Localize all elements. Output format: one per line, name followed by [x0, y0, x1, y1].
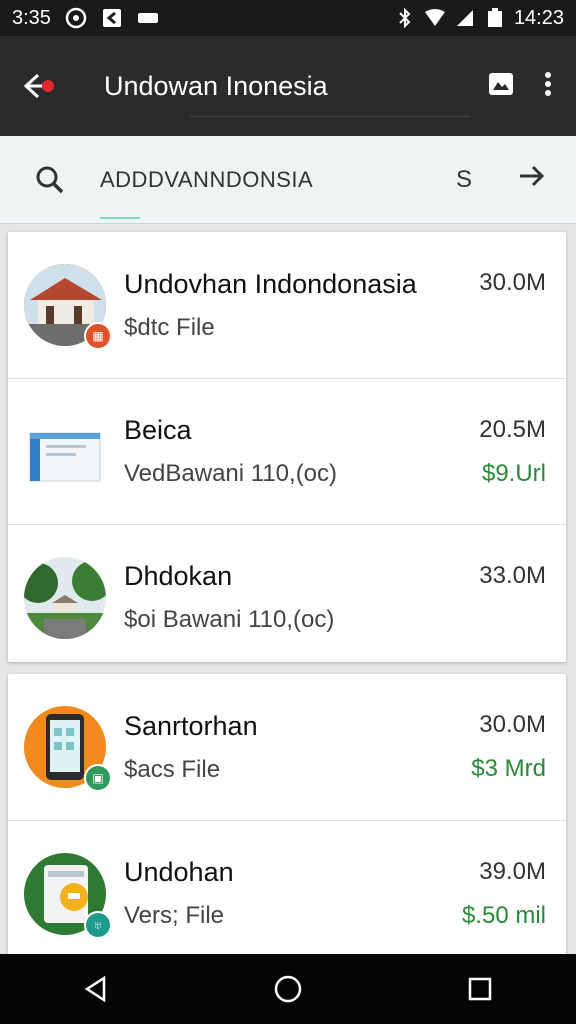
nav-back-button[interactable] [66, 959, 126, 1019]
status-time-left: 3:35 [12, 6, 51, 29]
status-bar: 3:35 14:23 [0, 0, 576, 36]
item-size: 39.0M [479, 857, 546, 885]
item-price: $3 Mrd [471, 755, 546, 782]
app-badge-icon: ▣ [84, 764, 112, 792]
arrow-forward-icon [520, 165, 545, 187]
bluetooth-icon [394, 7, 416, 29]
item-subtitle: $oi Bawani 110,(oc) [124, 606, 335, 633]
status-time-right: 14:23 [513, 6, 564, 29]
item-subtitle: $acs File [124, 755, 221, 783]
list-item[interactable]: ♅ Undohan Vers; File 39.0M $.50 mil [8, 820, 566, 966]
app-thumbnail: ▦ [24, 264, 112, 350]
app-badge-icon: ▦ [84, 322, 112, 350]
item-name: Undovhan Indondonasia [124, 268, 417, 299]
nav-recents-button[interactable] [450, 959, 510, 1019]
search-bar[interactable]: ADDDVANNDONSIA S [0, 136, 576, 224]
item-name: Sanrtorhan [124, 710, 258, 741]
item-price [479, 313, 546, 341]
app-thumbnail: ▣ [24, 706, 112, 792]
system-nav-bar [0, 954, 576, 1024]
title-divider [190, 116, 470, 117]
box-icon [29, 432, 101, 481]
search-input[interactable]: ADDDVANNDONSIA [100, 167, 410, 219]
page-title: Undowan Inonesia [104, 70, 328, 101]
image-icon [489, 72, 513, 95]
list-item[interactable]: ▦ Undovhan Indondonasia $dtc File 30.0M [8, 232, 566, 378]
overflow-menu-button[interactable] [544, 71, 552, 102]
list-item[interactable]: Beica VedBawani 110,(oc) 20.5M $9.Url [8, 378, 566, 524]
park-icon [24, 556, 106, 639]
item-subtitle: $dtc File [124, 313, 215, 341]
app-thumbnail [24, 556, 106, 639]
item-price: $9.Url [481, 459, 546, 487]
app-bar: Undowan Inonesia [0, 36, 576, 136]
item-size: 30.0M [479, 269, 546, 296]
item-name: Undohan [124, 857, 234, 887]
signal-icon [454, 7, 476, 29]
go-button[interactable] [518, 164, 546, 195]
back-arrow-icon [23, 73, 54, 99]
more-vert-icon [545, 71, 551, 96]
search-trailing-text: S [455, 165, 472, 193]
item-price: $.50 mil [461, 901, 546, 929]
circle-home-icon [274, 975, 302, 1003]
app-thumbnail [24, 411, 106, 493]
battery-icon [484, 7, 506, 29]
item-subtitle: VedBawani 110,(oc) [124, 460, 338, 487]
nav-home-button[interactable] [258, 959, 318, 1019]
app-badge-icon: ♅ [84, 910, 112, 939]
back-button[interactable] [0, 36, 80, 136]
item-size: 30.0M [479, 711, 546, 738]
square-recents-icon [468, 977, 492, 1001]
app-thumbnail: ♅ [24, 852, 112, 939]
app-notification-icon [101, 7, 123, 29]
list-item[interactable]: Dhdokan $oi Bawani 110,(oc) 33.0M [8, 524, 566, 670]
item-name: Dhdokan [124, 561, 233, 591]
notification-icon [65, 7, 87, 29]
item-price [479, 606, 546, 634]
item-size: 33.0M [479, 561, 546, 589]
triangle-back-icon [84, 975, 106, 1003]
item-subtitle: Vers; File [124, 902, 225, 929]
results-card: ▣ Sanrtorhan $acs File 30.0M $3 Mrd ♅ Un… [8, 674, 566, 964]
image-button[interactable] [488, 72, 514, 101]
results-card: ▦ Undovhan Indondonasia $dtc File 30.0M … [8, 232, 566, 662]
item-size: 20.5M [479, 415, 546, 443]
message-icon [137, 7, 159, 29]
wifi-icon [424, 7, 446, 29]
list-item[interactable]: ▣ Sanrtorhan $acs File 30.0M $3 Mrd [8, 674, 566, 820]
search-icon[interactable] [0, 165, 100, 195]
item-name: Beica [124, 415, 192, 445]
